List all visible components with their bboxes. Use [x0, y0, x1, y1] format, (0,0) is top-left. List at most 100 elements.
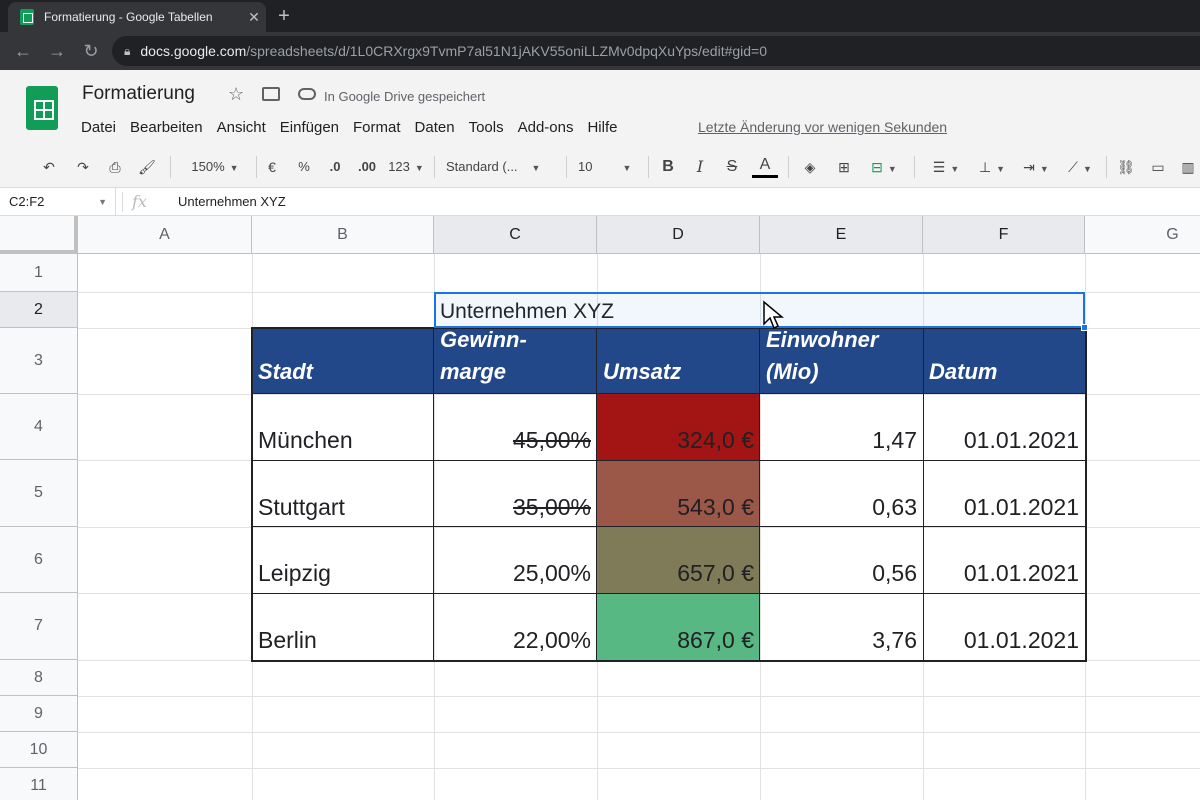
cell-datum[interactable]: 01.01.2021	[923, 527, 1085, 593]
column-header-f[interactable]: F	[923, 216, 1085, 254]
menu-format[interactable]: Format	[346, 117, 408, 138]
horizontal-align-icon[interactable]: ☰ ▼	[926, 154, 966, 180]
font-size-select[interactable]: 10 ▼	[578, 154, 640, 180]
menu-daten[interactable]: Daten	[408, 117, 462, 138]
reload-icon[interactable]: ↻	[74, 36, 108, 66]
menu-add-ons[interactable]: Add-ons	[511, 117, 581, 138]
header-stadt[interactable]: Stadt	[252, 328, 434, 394]
cell-datum[interactable]: 01.01.2021	[923, 593, 1085, 660]
cell-stadt[interactable]: Berlin	[252, 593, 434, 660]
cell-stadt[interactable]: Stuttgart	[252, 460, 434, 527]
paint-format-icon[interactable]: 🖌︎	[134, 154, 160, 180]
browser-tab-strip: Formatierung - Google Tabellen ✕ +	[0, 0, 1200, 32]
star-icon[interactable]: ☆	[228, 84, 244, 105]
last-edit-link[interactable]: Letzte Änderung vor wenigen Sekunden	[698, 119, 947, 135]
name-box[interactable]: C2:F2 ▼	[0, 188, 116, 216]
redo-icon[interactable]: ↷	[70, 154, 96, 180]
document-title[interactable]: Formatierung	[82, 83, 195, 105]
menu-hilfe[interactable]: Hilfe	[580, 117, 624, 138]
more-formats-button[interactable]: 123 ▼	[386, 154, 426, 180]
row-header-1[interactable]: 1	[0, 254, 78, 292]
text-wrap-icon[interactable]: ⇥ ▼	[1016, 154, 1056, 180]
cell-einwohner[interactable]: 0,63	[760, 460, 923, 527]
menu-tools[interactable]: Tools	[462, 117, 511, 138]
zoom-select[interactable]: 150% ▼	[182, 154, 248, 180]
back-arrow-icon[interactable]: ←	[6, 36, 40, 66]
insert-chart-icon[interactable]: ▥	[1176, 154, 1200, 180]
header-umsatz[interactable]: Umsatz	[597, 328, 760, 394]
column-header-b[interactable]: B	[252, 216, 434, 254]
header-gewinnmarge[interactable]: Gewinn- marge	[434, 327, 597, 394]
menu-einfuegen[interactable]: Einfügen	[273, 117, 346, 138]
cell-umsatz[interactable]: 324,0 €	[597, 394, 760, 460]
move-to-folder-icon[interactable]	[262, 87, 280, 101]
column-header-c[interactable]: C	[434, 216, 597, 254]
strikethrough-button[interactable]: S	[720, 154, 744, 180]
row-header-11[interactable]: 11	[0, 768, 78, 800]
text-rotation-icon[interactable]: ⟋ ▼	[1060, 154, 1100, 180]
column-header-e[interactable]: E	[760, 216, 923, 254]
cell-stadt[interactable]: Leipzig	[252, 527, 434, 593]
menu-ansicht[interactable]: Ansicht	[210, 117, 273, 138]
column-header-g[interactable]: G	[1085, 216, 1200, 254]
cell-datum[interactable]: 01.01.2021	[923, 394, 1085, 460]
row-header-5[interactable]: 5	[0, 460, 78, 527]
cell-stadt[interactable]: München	[252, 394, 434, 460]
text-color-button[interactable]: A	[752, 154, 778, 178]
merge-cells-icon[interactable]: ⊟ ▼	[864, 154, 904, 180]
forward-arrow-icon[interactable]: →	[40, 36, 74, 66]
row-header-2[interactable]: 2	[0, 292, 78, 328]
cell-marge[interactable]: 22,00%	[434, 593, 597, 660]
new-tab-button[interactable]: +	[272, 4, 296, 28]
browser-tab[interactable]: Formatierung - Google Tabellen ✕	[8, 2, 266, 32]
vertical-align-icon[interactable]: ⊥ ▼	[972, 154, 1012, 180]
italic-button[interactable]: I	[688, 154, 712, 180]
borders-icon[interactable]: ⊞	[832, 154, 856, 180]
row-header-7[interactable]: 7	[0, 593, 78, 660]
cell-umsatz[interactable]: 867,0 €	[597, 593, 760, 660]
menu-bearbeiten[interactable]: Bearbeiten	[123, 117, 210, 138]
row-header-9[interactable]: 9	[0, 696, 78, 732]
fill-color-icon[interactable]: ◈	[798, 154, 822, 180]
cell-datum[interactable]: 01.01.2021	[923, 460, 1085, 527]
bold-button[interactable]: B	[656, 154, 680, 180]
browser-navbar: ← → ↻ 🔒︎ docs.google.com/spreadsheets/d/…	[0, 32, 1200, 70]
cell-marge[interactable]: 45,00%	[434, 394, 597, 460]
menu-datei[interactable]: Datei	[74, 117, 123, 138]
chevron-down-icon: ▼	[531, 163, 541, 173]
row-header-10[interactable]: 10	[0, 732, 78, 768]
row-header-4[interactable]: 4	[0, 394, 78, 460]
fill-handle[interactable]	[1081, 324, 1088, 331]
cell-einwohner[interactable]: 3,76	[760, 593, 923, 660]
chevron-down-icon: ▼	[229, 163, 239, 173]
cell-umsatz[interactable]: 657,0 €	[597, 527, 760, 593]
address-bar[interactable]: 🔒︎ docs.google.com/spreadsheets/d/1L0CRX…	[112, 36, 1200, 66]
column-header-a[interactable]: A	[78, 216, 252, 254]
currency-format-button[interactable]: €	[262, 154, 282, 180]
cell-marge[interactable]: 35,00%	[434, 460, 597, 527]
undo-icon[interactable]: ↶	[36, 154, 62, 180]
row-header-6[interactable]: 6	[0, 527, 78, 593]
insert-comment-icon[interactable]: ▭	[1146, 154, 1170, 180]
cell-einwohner[interactable]: 1,47	[760, 394, 923, 460]
formula-input[interactable]: Unternehmen XYZ	[178, 188, 286, 216]
decrease-decimals-button[interactable]: .0	[322, 154, 348, 180]
cell-umsatz[interactable]: 543,0 €	[597, 460, 760, 527]
toolbar-divider	[170, 156, 171, 178]
close-tab-icon[interactable]: ✕	[242, 9, 266, 26]
cell-einwohner[interactable]: 0,56	[760, 527, 923, 593]
font-select[interactable]: Standard (... ▼	[446, 154, 558, 180]
header-datum[interactable]: Datum	[923, 328, 1085, 394]
column-header-d[interactable]: D	[597, 216, 760, 254]
increase-decimals-button[interactable]: .00	[352, 154, 382, 180]
sheets-logo-icon[interactable]	[26, 86, 58, 130]
print-icon[interactable]: ⎙	[102, 154, 128, 180]
insert-link-icon[interactable]: ⛓︎	[1114, 154, 1138, 180]
row-header-8[interactable]: 8	[0, 660, 78, 696]
spreadsheet-grid[interactable]: A B C D E F G 1 2 3 4 5 6 7 8 9 10 11 Un…	[0, 216, 1200, 800]
header-einwohner[interactable]: Einwohner (Mio)	[760, 327, 923, 394]
cell-marge[interactable]: 25,00%	[434, 527, 597, 593]
select-all-corner[interactable]	[0, 216, 78, 254]
row-header-3[interactable]: 3	[0, 328, 78, 394]
percent-format-button[interactable]: %	[294, 154, 314, 180]
